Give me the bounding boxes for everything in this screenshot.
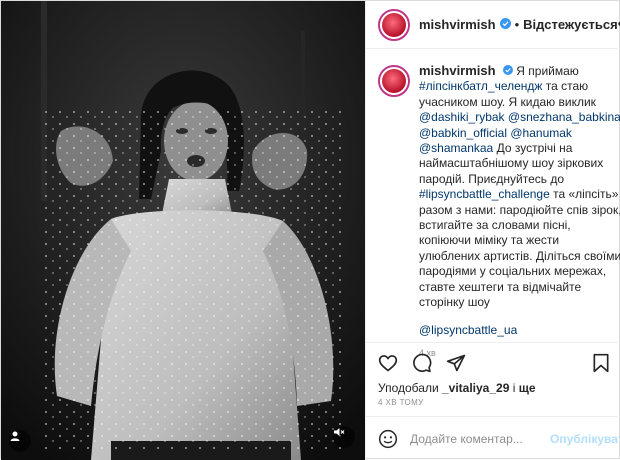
post-details-panel: mishvirmish • Відстежується ••• mishvirm…	[365, 1, 620, 460]
mention-link[interactable]: @shamankaa	[419, 141, 493, 155]
caption-line-8: пародій. Приєднуйтесь до	[419, 171, 565, 186]
share-icon[interactable]	[446, 353, 466, 373]
comment-input[interactable]	[410, 431, 550, 446]
likes-prefix: Уподобали	[378, 381, 442, 395]
avatar[interactable]	[378, 8, 410, 41]
caption-line: mishvirmish Я приймаю	[419, 63, 620, 79]
mute-toggle-button[interactable]	[333, 426, 355, 448]
caption-username-link[interactable]: mishvirmish	[419, 63, 496, 78]
caption-text-fragment: До зустрічі на	[493, 141, 573, 156]
verified-badge-icon	[502, 64, 513, 79]
mention-link[interactable]: @dashiki_rybak	[419, 110, 505, 124]
caption-line-12: копіюючи міміку та жести	[419, 233, 560, 248]
caption-text-fragment: та «ліпсіть»	[549, 187, 619, 202]
caption-line-11: встигайте за словами пісні,	[419, 218, 571, 233]
following-button[interactable]: Відстежується	[523, 17, 618, 32]
heart-icon[interactable]	[378, 353, 398, 373]
caption-line-10: разом з нами: пародіюйте спів зірок,	[419, 202, 620, 217]
mention-link[interactable]: @lipsyncbattle_ua	[419, 323, 620, 338]
likes-suffix: і	[509, 381, 519, 395]
post-timestamp: 4 хв тому	[378, 398, 424, 407]
header-username-link[interactable]: mishvirmish	[419, 17, 496, 32]
publish-comment-button[interactable]: Опублікувати	[550, 432, 620, 446]
tagged-users-button[interactable]	[9, 430, 31, 452]
header-separator: •	[514, 17, 520, 32]
hashtag-link[interactable]: #ліпсінкбатл_челендж	[419, 79, 542, 93]
caption-text-fragment: та стаю	[542, 79, 589, 94]
comment-icon[interactable]	[412, 353, 432, 373]
caption-line: #lipsyncbattle_challenge та «ліпсіть»	[419, 187, 620, 202]
post-actions-bar	[366, 342, 620, 382]
hashtag-link[interactable]: #lipsyncbattle_challenge	[419, 187, 550, 201]
caption-line: @dashiki_rybak @snezhana_babkina	[419, 110, 620, 125]
mention-link[interactable]: @snezhana_babkina	[508, 110, 620, 124]
video-frame-image	[1, 1, 365, 460]
likes-more-link[interactable]: ще	[519, 381, 536, 395]
caption-line: @shamankaa До зустрічі на	[419, 141, 620, 156]
caption-line: #ліпсінкбатл_челендж та стаю	[419, 79, 620, 94]
smiley-icon[interactable]	[378, 429, 398, 449]
caption-line: @babkin_official @hanumak	[419, 126, 620, 141]
caption-line-14: пародіями у соціальних мережах,	[419, 264, 607, 279]
post-caption: mishvirmish Я приймаю #ліпсінкбатл_челен…	[378, 63, 620, 361]
comment-form: Опублікувати	[366, 416, 620, 460]
caption-line-7: наймасштабнішому шоу зіркових	[419, 156, 604, 171]
caption-line-16: сторінку шоу	[419, 295, 490, 310]
post-video[interactable]	[1, 1, 365, 460]
caption-line-13: улюблених артистів. Діліться своїми	[419, 248, 620, 263]
caption-line-15: ставте хештеги та відмічайте	[419, 279, 582, 294]
mention-link[interactable]: @hanumak	[510, 126, 572, 140]
caption-avatar[interactable]	[378, 65, 410, 97]
caption-line-1: Я приймаю	[516, 64, 579, 78]
likes-summary: Уподобали _vitaliya_29 і ще	[378, 381, 536, 395]
instagram-post-frame: mishvirmish • Відстежується ••• mishvirm…	[0, 0, 620, 460]
post-header: mishvirmish • Відстежується •••	[366, 1, 620, 49]
caption-text: mishvirmish Я приймаю #ліпсінкбатл_челен…	[419, 63, 620, 361]
liker-username-link[interactable]: _vitaliya_29	[442, 381, 509, 395]
verified-badge-icon	[499, 16, 511, 34]
mention-link[interactable]: @babkin_official	[419, 126, 507, 140]
caption-line-3: учасником шоу. Я кидаю виклик	[419, 94, 596, 109]
bookmark-icon[interactable]	[592, 353, 610, 373]
